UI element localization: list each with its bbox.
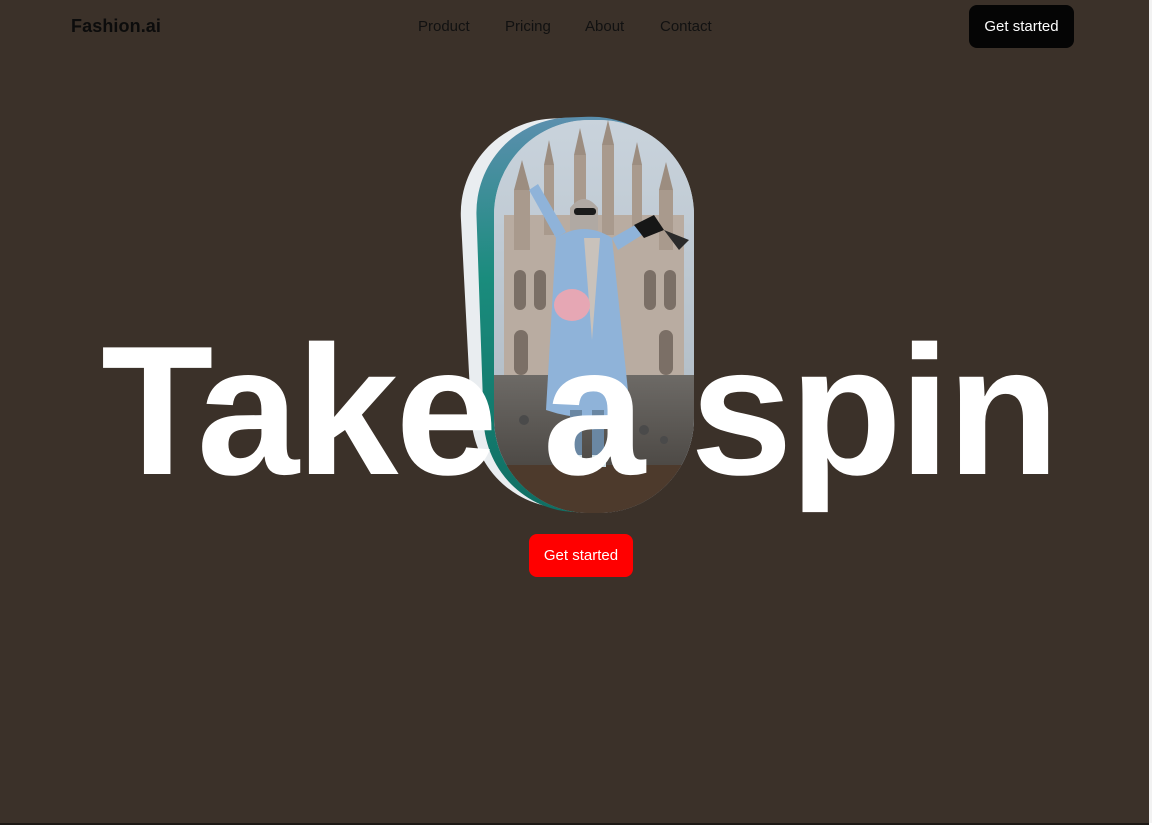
nav-link-about[interactable]: About	[585, 18, 660, 35]
logo[interactable]: Fashion.ai	[71, 16, 161, 37]
header-get-started-button[interactable]: Get started	[969, 5, 1074, 48]
main-nav: Product Pricing About Contact	[418, 18, 720, 35]
nav-link-product[interactable]: Product	[418, 18, 505, 35]
nav-link-pricing[interactable]: Pricing	[505, 18, 585, 35]
site-header: Fashion.ai Product Pricing About Contact…	[0, 0, 1152, 54]
hero-get-started-button[interactable]: Get started	[529, 534, 633, 577]
hero-headline: Take a spin	[101, 307, 1060, 513]
nav-link-contact[interactable]: Contact	[660, 18, 720, 35]
page-bottom-shadow	[0, 823, 1149, 825]
